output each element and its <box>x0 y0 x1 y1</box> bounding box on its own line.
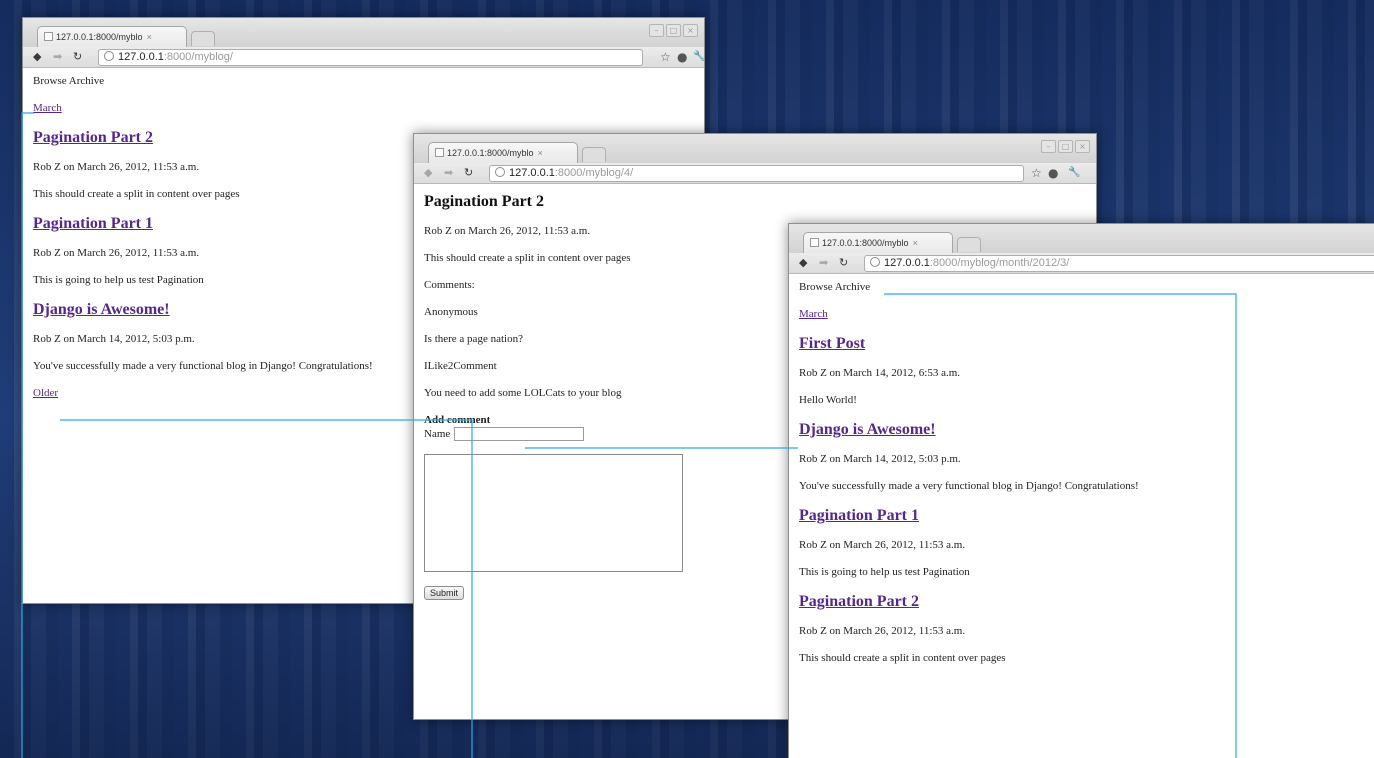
page-info-icon[interactable] <box>495 167 505 177</box>
close-window-icon[interactable]: × <box>683 24 698 37</box>
address-bar[interactable]: 127.0.0.1:8000/myblog/month/2012/3/ <box>864 255 1374 272</box>
page-favicon-icon <box>44 32 53 41</box>
post-title-link[interactable]: Django is Awesome! <box>799 420 1364 440</box>
maximize-icon[interactable]: □ <box>1058 140 1073 153</box>
tab-close-icon[interactable]: × <box>913 238 918 248</box>
url-path: :8000/myblog/month/2012/3/ <box>929 257 1070 269</box>
title-bar: 127.0.0.1:8000/myblo × <box>789 224 1374 254</box>
browser-window-month-archive: 127.0.0.1:8000/myblo × ◆ ➡ ↻ 127.0.0.1:80… <box>788 223 1374 758</box>
post-title-link[interactable]: Pagination Part 1 <box>799 506 1364 526</box>
extension-icon[interactable]: ● <box>1048 164 1058 182</box>
post: First Post Rob Z on March 14, 2012, 6:53… <box>799 334 1364 407</box>
reload-icon[interactable]: ↻ <box>464 165 473 181</box>
browser-tab[interactable]: 127.0.0.1:8000/myblo × <box>37 26 187 48</box>
address-bar[interactable]: 127.0.0.1:8000/myblog/4/ <box>489 165 1024 182</box>
post-title-link[interactable]: Pagination Part 2 <box>799 592 1364 612</box>
url-path: :8000/myblog/ <box>163 51 233 63</box>
wrench-menu-icon[interactable]: 🔧 <box>1068 164 1080 182</box>
forward-icon[interactable]: ➡ <box>53 49 62 65</box>
browser-tab[interactable]: 127.0.0.1:8000/myblo × <box>428 142 578 164</box>
browse-archive-label: Browse Archive <box>799 281 871 293</box>
browser-tab[interactable]: 127.0.0.1:8000/myblo × <box>803 232 953 254</box>
back-icon[interactable]: ◆ <box>799 255 807 271</box>
reload-icon[interactable]: ↻ <box>73 49 82 65</box>
browse-archive-label: Browse Archive <box>33 75 105 87</box>
post-meta: Rob Z on March 14, 2012, 5:03 p.m. <box>799 453 961 465</box>
post-meta: Rob Z on March 26, 2012, 11:53 a.m. <box>799 625 966 637</box>
maximize-icon[interactable]: □ <box>666 24 681 37</box>
url-host: 127.0.0.1 <box>118 51 164 63</box>
forward-icon[interactable]: ➡ <box>819 255 828 271</box>
bookmark-star-icon[interactable]: ☆ <box>660 48 671 66</box>
archive-month-link[interactable]: March <box>799 308 828 320</box>
post-title-link[interactable]: First Post <box>799 334 1364 354</box>
reload-icon[interactable]: ↻ <box>839 255 848 271</box>
new-tab-button[interactable] <box>191 31 215 46</box>
url-path: :8000/myblog/4/ <box>554 167 634 179</box>
minimize-icon[interactable]: – <box>1041 140 1056 153</box>
post-body: This is going to help us test Pagination <box>799 566 970 578</box>
post-meta: Rob Z on March 26, 2012, 11:53 a.m. <box>799 539 966 551</box>
url-host: 127.0.0.1 <box>884 257 930 269</box>
post-title: Pagination Part 2 <box>424 193 544 210</box>
title-bar: 127.0.0.1:8000/myblo × – □ × <box>414 134 1096 164</box>
browser-toolbar: ◆ ➡ ↻ 127.0.0.1:8000/myblog/ ☆ ● 🔧 <box>23 47 704 68</box>
bookmark-star-icon[interactable]: ☆ <box>1031 164 1042 182</box>
title-bar: 127.0.0.1:8000/myblo × – □ × <box>23 18 704 48</box>
tab-title: 127.0.0.1:8000/myblo <box>447 148 534 158</box>
page-favicon-icon <box>435 148 444 157</box>
page-favicon-icon <box>810 238 819 247</box>
address-bar[interactable]: 127.0.0.1:8000/myblog/ <box>98 49 643 66</box>
close-window-icon[interactable]: × <box>1075 140 1090 153</box>
post: Pagination Part 2 Rob Z on March 26, 201… <box>799 592 1364 665</box>
tab-title: 127.0.0.1:8000/myblo <box>56 32 143 42</box>
tab-close-icon[interactable]: × <box>538 148 543 158</box>
page-content: Browse Archive March First Post Rob Z on… <box>789 274 1374 665</box>
window-controls: – □ × <box>649 24 698 37</box>
post: Pagination Part 1 Rob Z on March 26, 201… <box>799 506 1364 579</box>
new-tab-button[interactable] <box>582 147 606 162</box>
name-label: Name <box>424 428 451 440</box>
older-posts-link[interactable]: Older <box>33 387 58 399</box>
forward-icon[interactable]: ➡ <box>444 165 453 181</box>
minimize-icon[interactable]: – <box>649 24 664 37</box>
extension-icon[interactable]: ● <box>677 48 687 66</box>
submit-button[interactable]: Submit <box>424 586 465 600</box>
new-tab-button[interactable] <box>957 237 981 252</box>
tab-title: 127.0.0.1:8000/myblo <box>822 238 909 248</box>
window-controls: – □ × <box>1041 140 1090 153</box>
post-body: This should create a split in content ov… <box>799 652 1006 664</box>
tab-close-icon[interactable]: × <box>147 32 152 42</box>
page-info-icon[interactable] <box>870 257 880 267</box>
post-body: Hello World! <box>799 394 857 406</box>
post-body: You've successfully made a very function… <box>799 480 1139 492</box>
browser-toolbar: ◆ ➡ ↻ 127.0.0.1:8000/myblog/month/2012/3… <box>789 253 1374 274</box>
url-host: 127.0.0.1 <box>509 167 555 179</box>
post: Django is Awesome! Rob Z on March 14, 20… <box>799 420 1364 493</box>
back-icon[interactable]: ◆ <box>33 49 41 65</box>
wrench-menu-icon[interactable]: 🔧 <box>693 48 704 66</box>
archive-month-link[interactable]: March <box>33 102 62 114</box>
name-input[interactable] <box>454 427 585 441</box>
comment-textarea[interactable] <box>424 454 683 572</box>
page-info-icon[interactable] <box>104 51 114 61</box>
back-icon[interactable]: ◆ <box>424 165 432 181</box>
post-meta: Rob Z on March 14, 2012, 6:53 a.m. <box>799 367 961 379</box>
browser-toolbar: ◆ ➡ ↻ 127.0.0.1:8000/myblog/4/ ☆ ● 🔧 <box>414 163 1096 184</box>
